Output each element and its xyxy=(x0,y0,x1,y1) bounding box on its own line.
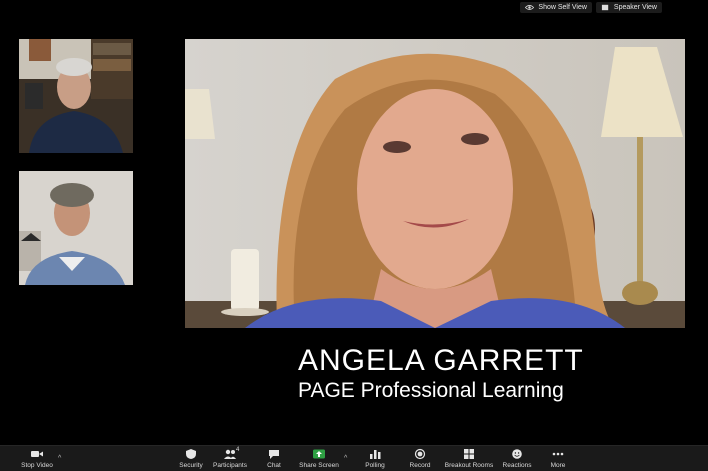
view-controls: Show Self View Speaker View xyxy=(520,2,662,13)
participants-count-badge: 4 xyxy=(236,447,240,453)
speaker-caption: ANGELA GARRETT PAGE Professional Learnin… xyxy=(298,344,584,404)
polling-label: Polling xyxy=(365,462,385,469)
chat-bubble-icon xyxy=(269,450,279,459)
record-icon xyxy=(414,448,426,460)
speaker-view-button[interactable]: Speaker View xyxy=(595,2,662,13)
more-button[interactable]: More xyxy=(528,448,588,469)
grid-view-icon xyxy=(601,4,609,11)
share-screen-button[interactable]: Share Screen xyxy=(289,448,349,469)
eye-icon xyxy=(525,5,535,10)
show-self-view-label: Show Self View xyxy=(538,4,587,11)
participant-thumbnail-1[interactable] xyxy=(19,39,133,153)
speaker-video-frame xyxy=(185,39,685,328)
ellipsis-icon xyxy=(552,452,564,456)
breakout-rooms-icon xyxy=(464,449,474,459)
speaker-view-label: Speaker View xyxy=(613,4,657,11)
participants-icon xyxy=(224,449,236,459)
share-screen-icon xyxy=(313,449,325,459)
speaker-organization: PAGE Professional Learning xyxy=(298,379,564,402)
show-self-view-button[interactable]: Show Self View xyxy=(520,2,592,13)
meeting-toolbar: Stop Video ^ Security 4 Participants Cha… xyxy=(0,445,708,471)
video-camera-icon xyxy=(31,451,43,457)
poll-chart-icon xyxy=(370,450,381,459)
speaker-name: ANGELA GARRETT xyxy=(298,344,584,377)
participant-video-2 xyxy=(19,171,133,285)
breakout-rooms-label: Breakout Rooms xyxy=(444,462,494,469)
stop-video-label: Stop Video xyxy=(21,462,53,469)
shield-icon xyxy=(186,449,196,459)
participant-thumbnail-2[interactable] xyxy=(19,171,133,285)
more-label: More xyxy=(550,462,566,469)
participants-label: Participants xyxy=(213,462,247,469)
share-screen-label: Share Screen xyxy=(299,462,339,469)
chat-label: Chat xyxy=(267,462,281,469)
smiley-icon xyxy=(512,449,522,459)
participant-video-1 xyxy=(19,39,133,153)
video-options-chevron-icon[interactable]: ^ xyxy=(58,455,61,462)
record-label: Record xyxy=(409,462,431,469)
active-speaker-video[interactable] xyxy=(185,39,685,328)
